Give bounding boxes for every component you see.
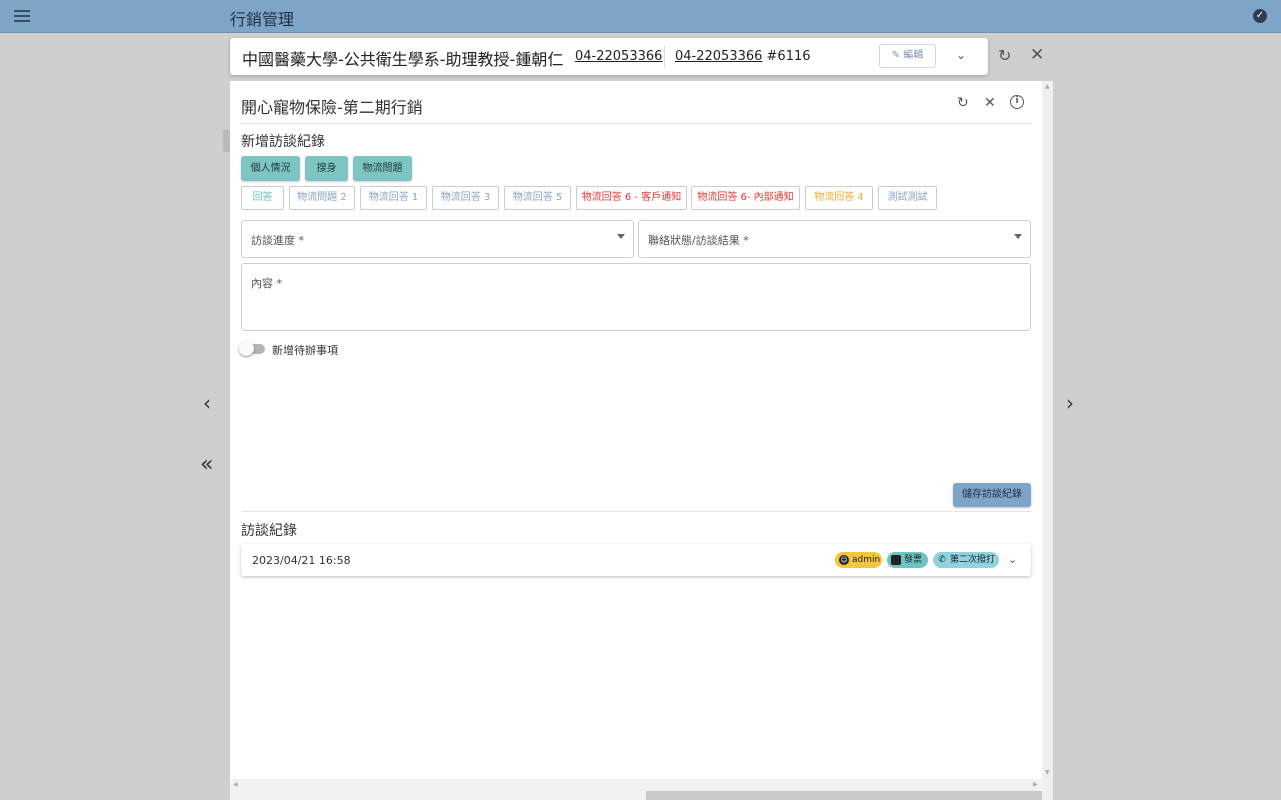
scroll-up-icon[interactable]: ▲ <box>1045 83 1050 90</box>
pencil-icon: ✎ <box>891 50 904 61</box>
contact-bar: 中國醫藥大學-公共衛生學系-助理教授-鍾朝仁 04-22053366 04-22… <box>230 38 988 75</box>
app-title: 行銷管理 <box>230 10 295 29</box>
edit-button-label: 編輯 <box>903 50 924 61</box>
dropdown-arrow-icon <box>617 234 625 239</box>
answer-tag-button[interactable]: 物流回答 6- 內部通知 <box>691 186 800 210</box>
close-icon[interactable]: ✕ <box>1030 45 1044 65</box>
info-icon[interactable]: i <box>1010 95 1024 109</box>
chevron-down-icon[interactable]: ⌄ <box>956 48 966 62</box>
answer-tag-button[interactable]: 物流回答 5 <box>504 186 571 210</box>
phone-secondary-link[interactable]: 04-22053366 #6116 <box>675 49 811 64</box>
dropdown-arrow-icon <box>1014 234 1022 239</box>
divider <box>241 123 1031 124</box>
answer-tag-button[interactable]: 物流問題 2 <box>289 186 355 210</box>
user-chip-label: admin <box>852 555 881 565</box>
edit-button[interactable]: ✎ 編輯 <box>879 44 936 68</box>
panel-toolbar: ↻ ✕ i <box>955 95 1035 113</box>
contact-status-select-label: 聯絡狀態/訪談結果 * <box>648 234 749 247</box>
todo-toggle-label: 新增待辦事項 <box>272 344 338 357</box>
progress-select[interactable]: 訪談進度 * <box>241 220 634 258</box>
scroll-down-icon[interactable]: ▼ <box>1045 769 1050 776</box>
answer-tag-button[interactable]: 物流回答 1 <box>360 186 427 210</box>
tag-chip-label: 發票 <box>904 555 923 565</box>
call-chip-label: 第二次撥打 <box>950 555 996 565</box>
campaign-title: 開心寵物保險-第二期行銷 <box>241 98 423 117</box>
record-row[interactable]: 2023/04/21 16:58 ☺ admin 發票 ✆ 第二次撥打 ⌄ <box>241 544 1031 576</box>
contact-name: 中國醫藥大學-公共衛生學系-助理教授-鍾朝仁 <box>242 50 564 69</box>
quick-tag-button[interactable]: 搜身 <box>305 156 348 181</box>
records-heading: 訪談紀錄 <box>241 523 297 539</box>
campaign-panel: 開心寵物保險-第二期行銷 ↻ ✕ i 新增訪談紀錄 個人情況 搜身 物流問題 回… <box>230 81 1042 800</box>
scroll-left-icon[interactable]: ◀ <box>233 781 238 788</box>
scroll-right-icon[interactable]: ▶ <box>1033 781 1038 788</box>
save-record-button[interactable]: 儲存訪談紀錄 <box>953 483 1031 507</box>
app-header: 行銷管理 ✓ <box>0 0 1281 33</box>
phone-extension: #6116 <box>762 49 811 64</box>
phone-secondary-number: 04-22053366 <box>675 49 763 64</box>
content-textarea[interactable]: 內容 * <box>241 263 1031 331</box>
progress-select-label: 訪談進度 * <box>251 234 304 247</box>
quick-tag-button[interactable]: 物流問題 <box>353 156 412 181</box>
contact-status-select[interactable]: 聯絡狀態/訪談結果 * <box>638 220 1031 258</box>
next-arrow-icon[interactable]: › <box>1066 391 1074 415</box>
scrollbar-thumb[interactable] <box>646 791 1042 800</box>
menu-icon[interactable] <box>14 10 30 22</box>
quick-tag-button[interactable]: 個人情況 <box>241 156 300 181</box>
content-textarea-label: 內容 * <box>251 277 282 290</box>
record-timestamp: 2023/04/21 16:58 <box>252 554 351 567</box>
background-card-edge <box>223 130 230 152</box>
check-circle-icon[interactable]: ✓ <box>1253 9 1267 23</box>
phone-primary-link[interactable]: 04-22053366 <box>575 49 662 64</box>
divider <box>664 46 665 68</box>
phone-icon: ✆ <box>938 555 946 565</box>
divider <box>241 511 1031 512</box>
tag-chip: 發票 <box>887 552 928 568</box>
answer-tag-button[interactable]: 測試測試 <box>878 186 937 210</box>
horizontal-scrollbar[interactable]: ◀ ▶ <box>230 779 1042 800</box>
new-record-heading: 新增訪談紀錄 <box>241 134 325 150</box>
refresh-icon[interactable]: ↻ <box>957 95 969 111</box>
answer-tag-button[interactable]: 物流回答 4 <box>805 186 873 210</box>
user-chip: ☺ admin <box>835 552 882 568</box>
first-page-icon[interactable]: « <box>200 452 213 477</box>
answer-tag-button[interactable]: 回答 <box>241 186 284 210</box>
todo-toggle[interactable] <box>239 341 265 356</box>
toggle-knob <box>239 341 254 356</box>
label-icon <box>891 555 901 565</box>
vertical-scrollbar[interactable]: ▲ ▼ <box>1042 81 1053 800</box>
answer-tag-button[interactable]: 物流回答 6 - 客戶通知 <box>576 186 687 210</box>
close-icon[interactable]: ✕ <box>984 95 996 111</box>
face-icon: ☺ <box>839 555 849 565</box>
answer-tag-button[interactable]: 物流回答 3 <box>432 186 499 210</box>
expand-icon[interactable]: ⌄ <box>1008 553 1017 566</box>
call-chip: ✆ 第二次撥打 <box>933 552 999 568</box>
previous-arrow-icon[interactable]: ‹ <box>203 391 211 415</box>
refresh-icon[interactable]: ↻ <box>998 46 1011 65</box>
